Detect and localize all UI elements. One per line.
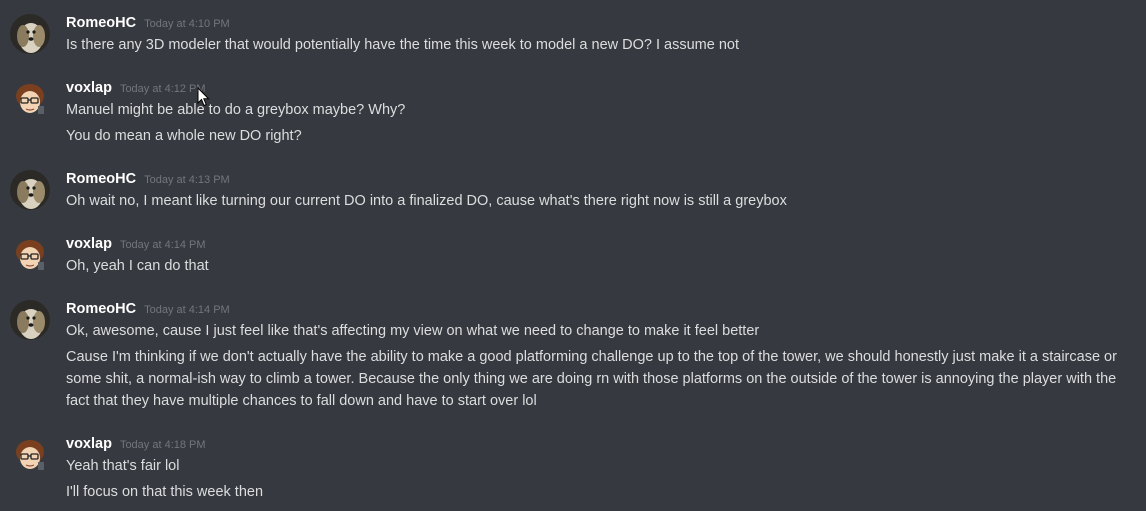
cartoon-glasses-avatar-icon[interactable] — [10, 80, 50, 120]
message-header: voxlap Today at 4:12 PM — [66, 79, 206, 97]
username[interactable]: voxlap — [66, 80, 112, 96]
username[interactable]: RomeoHC — [66, 301, 136, 317]
message-text: Yeah that's fair lol — [66, 458, 180, 474]
timestamp: Today at 4:13 PM — [144, 174, 230, 186]
message-header: RomeoHC Today at 4:13 PM — [66, 170, 230, 188]
cartoon-glasses-avatar-icon[interactable] — [10, 436, 50, 476]
cartoon-glasses-avatar-icon[interactable] — [10, 236, 50, 276]
message-text: Ok, awesome, cause I just feel like that… — [66, 323, 760, 339]
message-text: Is there any 3D modeler that would poten… — [66, 37, 739, 53]
message-text: Oh, yeah I can do that — [66, 258, 209, 274]
message-header: RomeoHC Today at 4:10 PM — [66, 14, 230, 32]
dog-avatar-icon[interactable] — [10, 14, 50, 54]
username[interactable]: voxlap — [66, 436, 112, 452]
username[interactable]: voxlap — [66, 236, 112, 252]
username[interactable]: RomeoHC — [66, 171, 136, 187]
dog-avatar-icon[interactable] — [10, 170, 50, 210]
message-text: I'll focus on that this week then — [66, 484, 264, 500]
message-text: Manuel might be able to do a greybox may… — [66, 102, 406, 118]
message-text: Oh wait no, I meant like turning our cur… — [66, 193, 787, 209]
message-header: RomeoHC Today at 4:14 PM — [66, 300, 230, 318]
message-text: Cause I'm thinking if we don't actually … — [66, 349, 1117, 409]
username[interactable]: RomeoHC — [66, 15, 136, 31]
dog-avatar-icon[interactable] — [10, 300, 50, 340]
timestamp: Today at 4:14 PM — [119, 239, 206, 251]
chat-message-list: RomeoHC Today at 4:10 PM Is there any 3D … — [0, 0, 1146, 511]
timestamp: Today at 4:12 PM — [119, 83, 206, 95]
message-text: You do mean a whole new DO right? — [66, 128, 302, 144]
timestamp: Today at 4:18 PM — [119, 439, 206, 451]
timestamp: Today at 4:14 PM — [144, 304, 230, 316]
message-header: voxlap Today at 4:18 PM — [66, 435, 206, 453]
message-header: voxlap Today at 4:14 PM — [66, 235, 206, 253]
timestamp: Today at 4:10 PM — [144, 18, 230, 30]
mouse-cursor-icon — [197, 87, 210, 107]
